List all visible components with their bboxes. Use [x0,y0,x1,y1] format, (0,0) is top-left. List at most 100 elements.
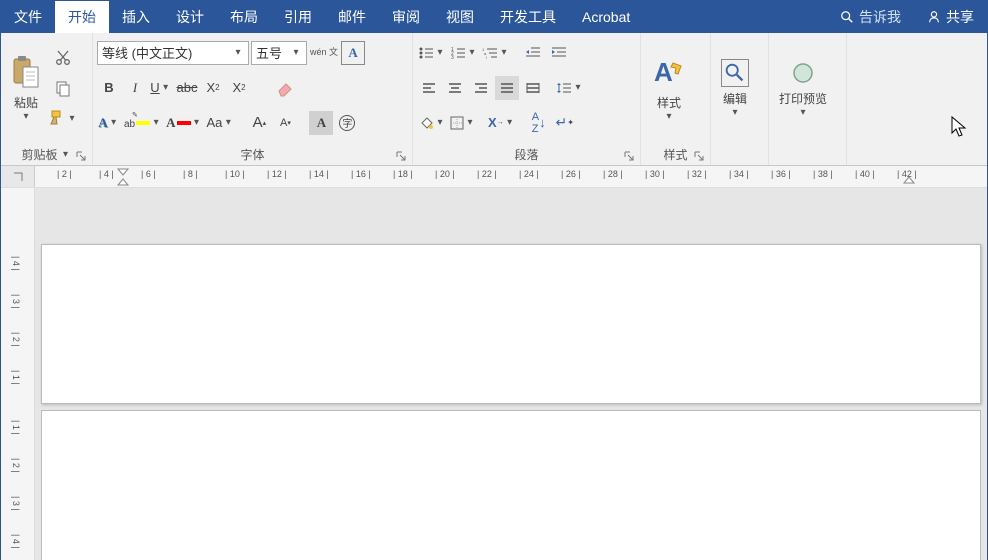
copy-button[interactable] [47,76,79,100]
paste-label: 粘贴 [14,94,38,111]
align-center-icon [448,82,462,94]
format-painter-button[interactable]: ▾ [47,106,79,130]
align-right-button[interactable] [469,76,493,100]
clipboard-group-label: 剪贴板 [21,146,57,163]
svg-text:3: 3 [451,55,454,60]
tell-me[interactable]: 告诉我 [827,1,914,33]
tab-home[interactable]: 开始 [55,1,109,33]
group-preview: 打印预览 ▾ [769,33,847,165]
ruler-tick: | 20 | [435,169,455,179]
align-distributed-button[interactable] [521,76,545,100]
vertical-ruler[interactable]: | 4 || 3 || 2 || 1 || 1 || 2 || 3 || 4 | [1,188,35,560]
font-name-combo[interactable]: 等线 (中文正文)▾ [97,41,249,65]
align-distributed-icon [526,82,540,94]
vruler-tick: | 3 | [11,496,21,511]
text-effects-button[interactable]: A▾ [97,111,121,135]
change-case-button[interactable]: Aa▾ [206,111,236,135]
clipboard-launcher[interactable] [74,149,88,163]
styles-launcher[interactable] [692,149,706,163]
align-center-button[interactable] [443,76,467,100]
numbering-icon: 123 [450,46,466,60]
cut-button[interactable] [47,46,79,70]
numbering-button[interactable]: 123▾ [449,41,479,65]
clear-formatting-button[interactable] [273,76,297,100]
ruler-tick: | 28 | [603,169,623,179]
font-size-combo[interactable]: 五号▾ [251,41,307,65]
tab-developer[interactable]: 开发工具 [487,1,569,33]
styles-dropdown[interactable]: ▾ [663,111,675,122]
paste-button[interactable]: 粘贴 ▾ [5,36,47,140]
bullets-icon [418,46,434,60]
document-canvas[interactable] [35,188,987,560]
align-justify-button[interactable] [495,76,519,100]
ruler-tick: | 10 | [225,169,245,179]
sort-button[interactable]: AZ↓ [527,111,551,135]
ruler-tick: | 30 | [645,169,665,179]
shrink-font-button[interactable]: A▾ [273,111,297,135]
tab-acrobat[interactable]: Acrobat [569,1,643,33]
ruler-tick: | 18 | [393,169,413,179]
align-left-button[interactable] [417,76,441,100]
bold-button[interactable]: B [97,76,121,100]
tab-mailings[interactable]: 邮件 [325,1,379,33]
phonetic-label: wén 文 [310,48,338,57]
tab-references[interactable]: 引用 [271,1,325,33]
phonetic-guide-button[interactable]: wén 文 [309,41,339,65]
horizontal-ruler[interactable]: | 2 || 4 || 6 || 8 || 10 || 12 || 14 || … [1,166,987,188]
preview-dropdown[interactable]: ▾ [797,107,809,118]
tab-view[interactable]: 视图 [433,1,487,33]
strikethrough-button[interactable]: abc [175,76,199,100]
ruler-corner[interactable] [1,166,35,187]
highlight-button[interactable]: ab✎▾ [123,111,163,135]
grow-font-button[interactable]: A▴ [247,111,271,135]
borders-button[interactable]: ▾ [449,111,477,135]
character-border-button[interactable]: A [341,41,365,65]
ruler-tick: | 8 | [183,169,198,179]
vruler-tick: | 1 | [11,370,21,385]
tab-review[interactable]: 审阅 [379,1,433,33]
superscript-button[interactable]: X2 [227,76,251,100]
ruler-tick: | 42 | [897,169,917,179]
asian-layout-button[interactable]: X→▾ [487,111,517,135]
font-size-value: 五号 [256,43,282,62]
tab-layout[interactable]: 布局 [217,1,271,33]
indent-marker-first[interactable] [117,168,129,186]
decrease-indent-button[interactable] [521,41,545,65]
italic-button[interactable]: I [123,76,147,100]
share-label: 共享 [946,7,974,27]
page-1[interactable] [41,244,981,404]
paste-icon [11,55,41,91]
enclose-characters-button[interactable]: 字 [335,111,359,135]
shading-button[interactable]: ▾ [417,111,447,135]
paint-bucket-icon [418,115,434,131]
editing-dropdown[interactable]: ▾ [729,107,741,118]
styles-icon: A [651,55,687,91]
find-button[interactable]: 编辑 ▾ [715,36,755,140]
subscript-button[interactable]: X2 [201,76,225,100]
align-right-icon [474,82,488,94]
character-shading-button[interactable]: A [309,111,333,135]
share[interactable]: 共享 [914,1,987,33]
line-spacing-button[interactable]: ▾ [555,76,585,100]
line-spacing-icon [556,81,572,95]
paste-dropdown[interactable]: ▾ [20,111,32,122]
print-preview-button[interactable]: 打印预览 ▾ [773,36,833,140]
tab-file[interactable]: 文件 [1,1,55,33]
indent-icon [551,46,567,60]
page-2[interactable] [41,410,981,560]
increase-indent-button[interactable] [547,41,571,65]
svg-text:i: i [486,55,487,60]
multilevel-list-button[interactable]: 1ai▾ [481,41,511,65]
multilevel-icon: 1ai [482,46,498,60]
group-dropdown[interactable]: ▾ [60,149,72,160]
tab-insert[interactable]: 插入 [109,1,163,33]
font-launcher[interactable] [394,149,408,163]
bullets-button[interactable]: ▾ [417,41,447,65]
paragraph-launcher[interactable] [622,149,636,163]
underline-button[interactable]: U▾ [149,76,173,100]
font-color-button[interactable]: A▾ [165,111,203,135]
scissors-icon [54,49,72,67]
styles-button[interactable]: A 样式 ▾ [645,36,693,140]
tab-design[interactable]: 设计 [163,1,217,33]
show-marks-button[interactable]: ↵✦ [553,111,577,135]
